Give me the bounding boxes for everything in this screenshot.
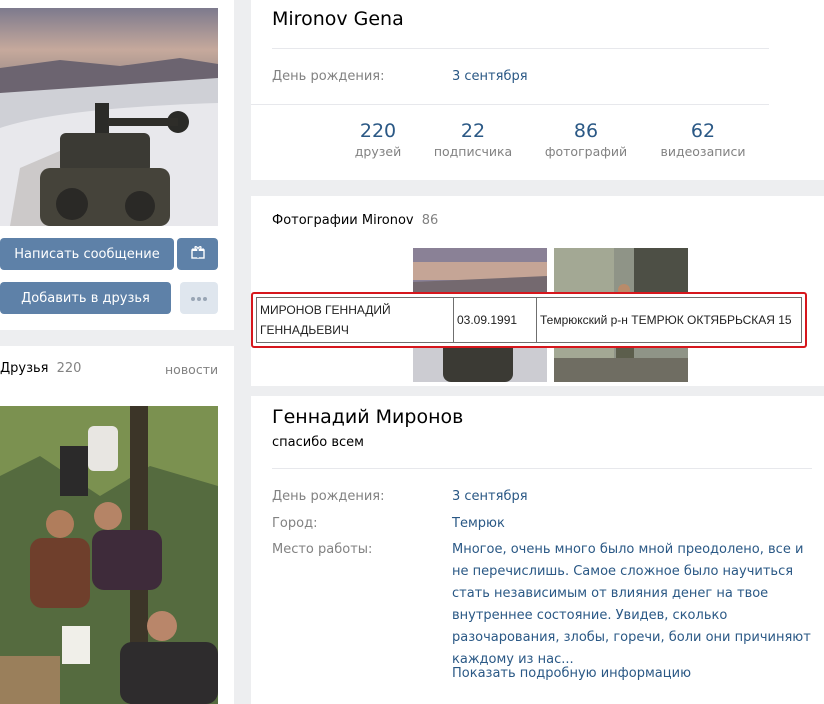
profile-status: спасибо всем: [272, 435, 364, 450]
gift-icon: [190, 245, 205, 263]
counter-photos-number: 86: [573, 120, 599, 142]
counter-friends-label: друзей: [354, 144, 402, 159]
work-value[interactable]: Многое, очень много было мной преодолено…: [452, 539, 816, 671]
work-label: Место работы:: [272, 542, 373, 557]
gift-button[interactable]: [177, 238, 218, 270]
info-divider: [251, 104, 769, 105]
friends-news-link[interactable]: новости: [165, 362, 218, 377]
record-address: Темрюкский р-н ТЕМРЮК ОКТЯБРЬСКАЯ 15: [540, 313, 792, 327]
record-date: 03.09.1991: [454, 298, 537, 342]
profile-avatar[interactable]: [0, 8, 218, 226]
details-birthday-value[interactable]: 3 сентября: [452, 489, 528, 504]
highlighted-record: МИРОНОВ ГЕННАДИЙ ГЕННАДЬЕВИЧ 03.09.1991 …: [251, 292, 807, 348]
profile-fullname: Геннадий Миронов: [272, 406, 464, 428]
details-divider: [272, 468, 812, 469]
counter-friends-number: 220: [359, 120, 397, 142]
record-name: МИРОНОВ ГЕННАДИЙ ГЕННАДЬЕВИЧ: [257, 298, 454, 342]
photos-title: Фотографии Mironov: [272, 213, 414, 228]
send-message-button[interactable]: Написать сообщение: [0, 238, 174, 270]
more-dots-icon: [190, 291, 208, 306]
counter-photos-label: фотографий: [544, 144, 628, 159]
counter-photos[interactable]: 86 фотографий: [536, 120, 636, 159]
birthday-label: День рождения:: [272, 69, 385, 84]
counter-friends[interactable]: 220 друзей: [338, 120, 418, 159]
photos-header[interactable]: Фотографии Mironov 86: [272, 213, 438, 228]
friends-header[interactable]: Друзья 220: [0, 361, 81, 376]
friends-photo-scene: [0, 406, 218, 704]
add-friend-button[interactable]: Добавить в друзья: [0, 282, 171, 314]
counter-videos-label: видеозаписи: [660, 144, 746, 159]
counter-videos[interactable]: 62 видеозаписи: [653, 120, 753, 159]
name-divider: [272, 48, 769, 49]
show-details-link[interactable]: Показать подробную информацию: [452, 666, 691, 681]
counter-videos-number: 62: [690, 120, 716, 142]
birthday-value[interactable]: 3 сентября: [452, 69, 528, 84]
city-value[interactable]: Темрюк: [452, 516, 505, 531]
profile-name: Mironov Gena: [272, 8, 404, 30]
counter-followers[interactable]: 22 подписчика: [423, 120, 523, 159]
photos-count: 86: [421, 213, 439, 228]
record-row: МИРОНОВ ГЕННАДИЙ ГЕННАДЬЕВИЧ 03.09.1991 …: [256, 297, 802, 343]
city-label: Город:: [272, 516, 318, 531]
counter-followers-label: подписчика: [433, 144, 513, 159]
avatar-scene: [0, 8, 218, 226]
details-birthday-label: День рождения:: [272, 489, 385, 504]
counter-followers-number: 22: [460, 120, 486, 142]
friends-photo[interactable]: [0, 406, 218, 704]
more-actions-button[interactable]: [180, 282, 218, 314]
friends-count: 220: [56, 361, 82, 376]
friends-label: Друзья: [0, 361, 49, 376]
